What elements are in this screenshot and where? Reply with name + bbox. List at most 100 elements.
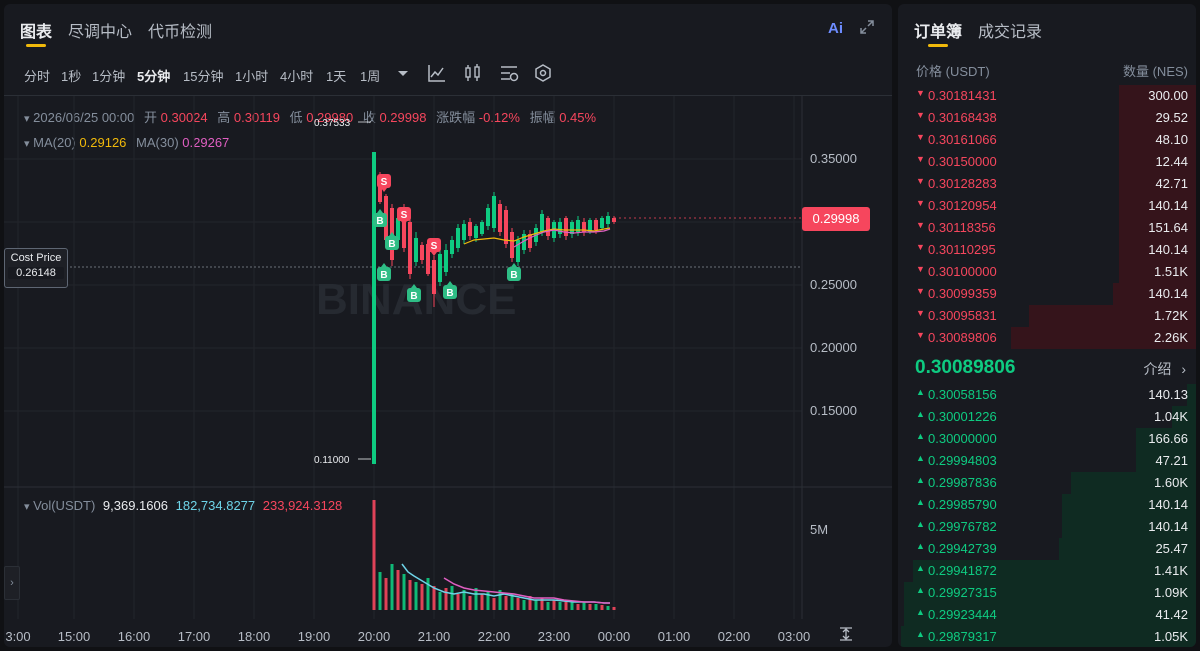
- bid-row[interactable]: ▲ 0.30058156 140.13: [898, 384, 1196, 406]
- interval-15m[interactable]: 15分钟: [183, 66, 223, 85]
- ask-row[interactable]: ▼ 0.30120954 140.14: [898, 195, 1196, 217]
- ai-icon[interactable]: Ai: [828, 20, 843, 37]
- candle-body: [564, 218, 568, 236]
- arrow-up-icon: ▲: [916, 497, 925, 507]
- expand-icon[interactable]: [858, 18, 876, 36]
- arrow-down-icon: ▼: [916, 176, 925, 186]
- interval-1s[interactable]: 1秒: [61, 66, 81, 85]
- candlestick-type-icon[interactable]: [462, 62, 484, 84]
- arrow-up-icon: ▲: [916, 475, 925, 485]
- arrow-down-icon: ▼: [916, 308, 925, 318]
- tab-chart[interactable]: 图表: [20, 18, 52, 42]
- volume-bar: [420, 584, 424, 610]
- tab-trade-history[interactable]: 成交记录: [978, 18, 1042, 42]
- arrow-up-icon: ▲: [916, 541, 925, 551]
- interval-1h[interactable]: 1小时: [235, 66, 268, 85]
- volume-bar: [378, 572, 382, 610]
- active-tab-indicator: [26, 44, 46, 47]
- order-price: 0.30150000: [928, 154, 997, 169]
- order-qty: 29.52: [1155, 110, 1188, 125]
- interval-1w[interactable]: 1周: [360, 66, 380, 85]
- arrow-up-icon: ▲: [916, 453, 925, 463]
- chart-grid: [4, 96, 803, 619]
- bid-row[interactable]: ▲ 0.29985790 140.14: [898, 494, 1196, 516]
- tab-token-check[interactable]: 代币检测: [148, 18, 212, 42]
- interval-1d[interactable]: 1天: [326, 66, 346, 85]
- time-tick: 00:00: [598, 629, 631, 644]
- ask-row[interactable]: ▼ 0.30168438 29.52: [898, 107, 1196, 129]
- ask-row[interactable]: ▼ 0.30128283 42.71: [898, 173, 1196, 195]
- ask-row[interactable]: ▼ 0.30150000 12.44: [898, 151, 1196, 173]
- tab-orderbook[interactable]: 订单簿: [914, 18, 962, 42]
- ask-row[interactable]: ▼ 0.30095831 1.72K: [898, 305, 1196, 327]
- ask-row[interactable]: ▼ 0.30181431 300.00: [898, 85, 1196, 107]
- order-price: 0.30118356: [928, 220, 996, 235]
- order-price: 0.30099359: [928, 286, 997, 301]
- interval-1m[interactable]: 1分钟: [92, 66, 125, 85]
- ask-row[interactable]: ▼ 0.30118356 151.64: [898, 217, 1196, 239]
- candlestick-chart[interactable]: BINANCE 0.350000.300000.250000.200000.15…: [4, 92, 892, 647]
- hexagon-settings-icon[interactable]: [532, 62, 554, 84]
- order-qty: 140.14: [1148, 242, 1188, 257]
- bid-row[interactable]: ▲ 0.29923444 41.42: [898, 604, 1196, 626]
- ask-row[interactable]: ▼ 0.30099359 140.14: [898, 283, 1196, 305]
- volume-bar: [600, 605, 604, 610]
- order-qty: 42.71: [1155, 176, 1188, 191]
- interval-toolbar: 分时 1秒 1分钟 5分钟 15分钟 1小时 4小时 1天 1周: [4, 60, 892, 86]
- bid-row[interactable]: ▲ 0.30000000 166.66: [898, 428, 1196, 450]
- arrow-up-icon: ▲: [916, 629, 925, 639]
- interval-5m[interactable]: 5分钟: [137, 66, 170, 85]
- chevron-down-icon[interactable]: [392, 62, 414, 84]
- low-price-label: 0.11000: [314, 455, 350, 466]
- order-qty: 1.41K: [1154, 563, 1188, 578]
- cost-price-value: 0.26148: [8, 267, 64, 279]
- volume-bar: [606, 606, 610, 610]
- candle-body: [540, 214, 544, 232]
- buy-marker[interactable]: B: [377, 263, 391, 281]
- bid-row[interactable]: ▲ 0.29987836 1.60K: [898, 472, 1196, 494]
- order-qty: 41.42: [1155, 607, 1188, 622]
- high-price-label: 0.37533: [314, 118, 351, 129]
- order-qty: 1.60K: [1154, 475, 1188, 490]
- trade-marker-letter: B: [376, 216, 383, 227]
- trade-marker-letter: S: [401, 210, 408, 221]
- interval-4h[interactable]: 4小时: [280, 66, 313, 85]
- bid-row[interactable]: ▲ 0.29994803 47.21: [898, 450, 1196, 472]
- bid-row[interactable]: ▲ 0.29941872 1.41K: [898, 560, 1196, 582]
- buy-marker[interactable]: B: [507, 263, 521, 281]
- intro-label: 介绍: [1143, 361, 1172, 377]
- bid-row[interactable]: ▲ 0.30001226 1.04K: [898, 406, 1196, 428]
- bid-row[interactable]: ▲ 0.29942739 25.47: [898, 538, 1196, 560]
- arrow-down-icon: ▼: [916, 242, 925, 252]
- volume-bar: [384, 578, 388, 610]
- side-collapse-handle[interactable]: ›: [4, 566, 20, 600]
- volume-bar: [582, 602, 586, 610]
- volume-bar: [408, 580, 412, 610]
- bid-row[interactable]: ▲ 0.29879317 1.05K: [898, 626, 1196, 647]
- price-tick: 0.35000: [810, 151, 857, 166]
- ask-row[interactable]: ▼ 0.30089806 2.26K: [898, 327, 1196, 349]
- volume-bar: [438, 592, 442, 610]
- time-tick: 02:00: [718, 629, 751, 644]
- order-price: 0.30168438: [928, 110, 997, 125]
- bid-row[interactable]: ▲ 0.29927315 1.09K: [898, 582, 1196, 604]
- fit-screen-icon[interactable]: [838, 626, 854, 642]
- candle-body: [420, 245, 424, 260]
- depth-bar: [1187, 384, 1196, 406]
- candle-body: [414, 238, 418, 262]
- arrow-up-icon: ▲: [916, 563, 925, 573]
- intro-link[interactable]: 介绍 ›: [1143, 359, 1186, 379]
- ask-row[interactable]: ▼ 0.30110295 140.14: [898, 239, 1196, 261]
- time-tick: 16:00: [118, 629, 151, 644]
- interval-timeline[interactable]: 分时: [24, 66, 50, 85]
- bid-row[interactable]: ▲ 0.29976782 140.14: [898, 516, 1196, 538]
- chart-settings-icon[interactable]: [498, 62, 520, 84]
- ask-row[interactable]: ▼ 0.30161066 48.10: [898, 129, 1196, 151]
- candle-body: [612, 218, 616, 222]
- indicator-icon[interactable]: [426, 62, 448, 84]
- arrow-up-icon: ▲: [916, 607, 925, 617]
- ask-row[interactable]: ▼ 0.30100000 1.51K: [898, 261, 1196, 283]
- order-qty: 140.14: [1148, 519, 1188, 534]
- order-price: 0.29994803: [928, 453, 997, 468]
- tab-due-diligence[interactable]: 尽调中心: [68, 18, 132, 42]
